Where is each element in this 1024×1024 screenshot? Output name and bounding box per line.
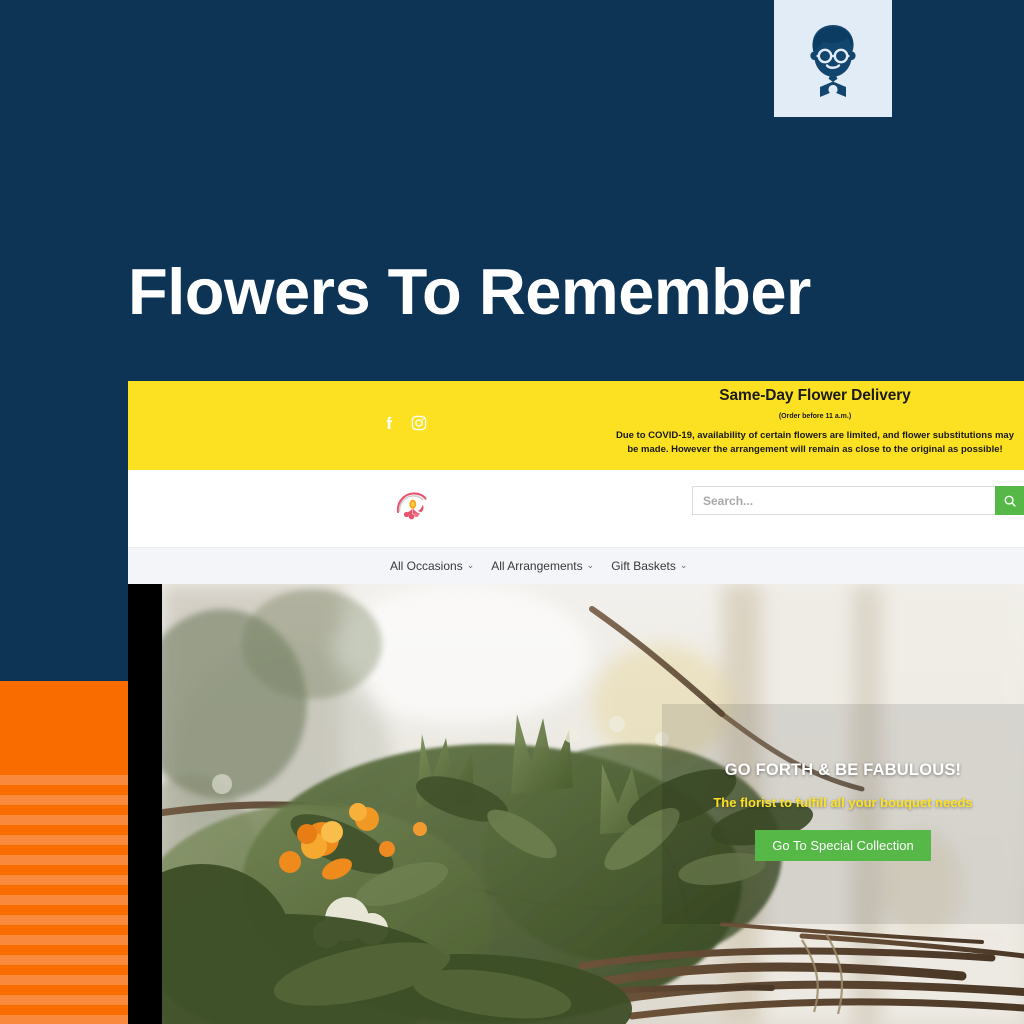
facebook-icon[interactable] — [380, 414, 398, 432]
orange-stripe-pattern — [0, 775, 128, 1024]
nav-item-all-occasions[interactable]: All Occasions ⌄ — [390, 559, 474, 573]
hero-title: GO FORTH & BE FABULOUS! — [724, 761, 962, 779]
orange-solid-block — [0, 681, 128, 775]
announcement-text: Same-Day Flower Delivery (Order before 1… — [606, 385, 1024, 458]
hero-left-black-edge — [128, 584, 162, 1024]
website-screenshot: Same-Day Flower Delivery (Order before 1… — [128, 381, 1024, 1024]
boy-with-glasses-and-bowtie-icon — [800, 19, 866, 99]
brand-badge — [774, 0, 892, 117]
search-button[interactable] — [995, 486, 1024, 515]
chevron-down-icon: ⌄ — [586, 559, 595, 570]
search-bar — [692, 486, 1024, 515]
chevron-down-icon: ⌄ — [679, 559, 688, 570]
site-header — [128, 470, 1024, 547]
nav-item-label: All Arrangements — [491, 559, 583, 573]
nav-item-gift-baskets[interactable]: Gift Baskets ⌄ — [611, 559, 687, 573]
site-navigation: All Occasions ⌄ All Arrangements ⌄ Gift … — [128, 547, 1024, 584]
announcement-heading: Same-Day Flower Delivery — [719, 387, 911, 404]
hero-overlay: GO FORTH & BE FABULOUS! The florist to f… — [662, 761, 1024, 861]
orange-stripe-decoration — [0, 681, 128, 1024]
chevron-down-icon: ⌄ — [466, 559, 475, 570]
instagram-icon[interactable] — [410, 414, 428, 432]
go-to-special-collection-button[interactable]: Go To Special Collection — [755, 830, 931, 861]
announcement-bar: Same-Day Flower Delivery (Order before 1… — [128, 381, 1024, 470]
hero-section: GO FORTH & BE FABULOUS! The florist to f… — [128, 584, 1024, 1024]
nav-item-label: Gift Baskets — [611, 559, 676, 573]
flowers-to-remember-logo[interactable] — [390, 486, 434, 530]
hero-subtitle: The florist to fulfill all your bouquet … — [713, 795, 973, 810]
page-title: Flowers To Remember — [128, 255, 811, 328]
nav-item-label: All Occasions — [390, 559, 463, 573]
search-icon — [1003, 494, 1017, 508]
covid-notice: Due to COVID-19, availability of certain… — [615, 429, 1015, 456]
social-links — [380, 414, 428, 432]
poster-canvas: Flowers To Remember Same-Day Flower Deli… — [0, 0, 1024, 1024]
search-input[interactable] — [692, 486, 995, 515]
announcement-subnote: (Order before 11 a.m.) — [778, 412, 852, 420]
nav-item-all-arrangements[interactable]: All Arrangements ⌄ — [491, 559, 594, 573]
